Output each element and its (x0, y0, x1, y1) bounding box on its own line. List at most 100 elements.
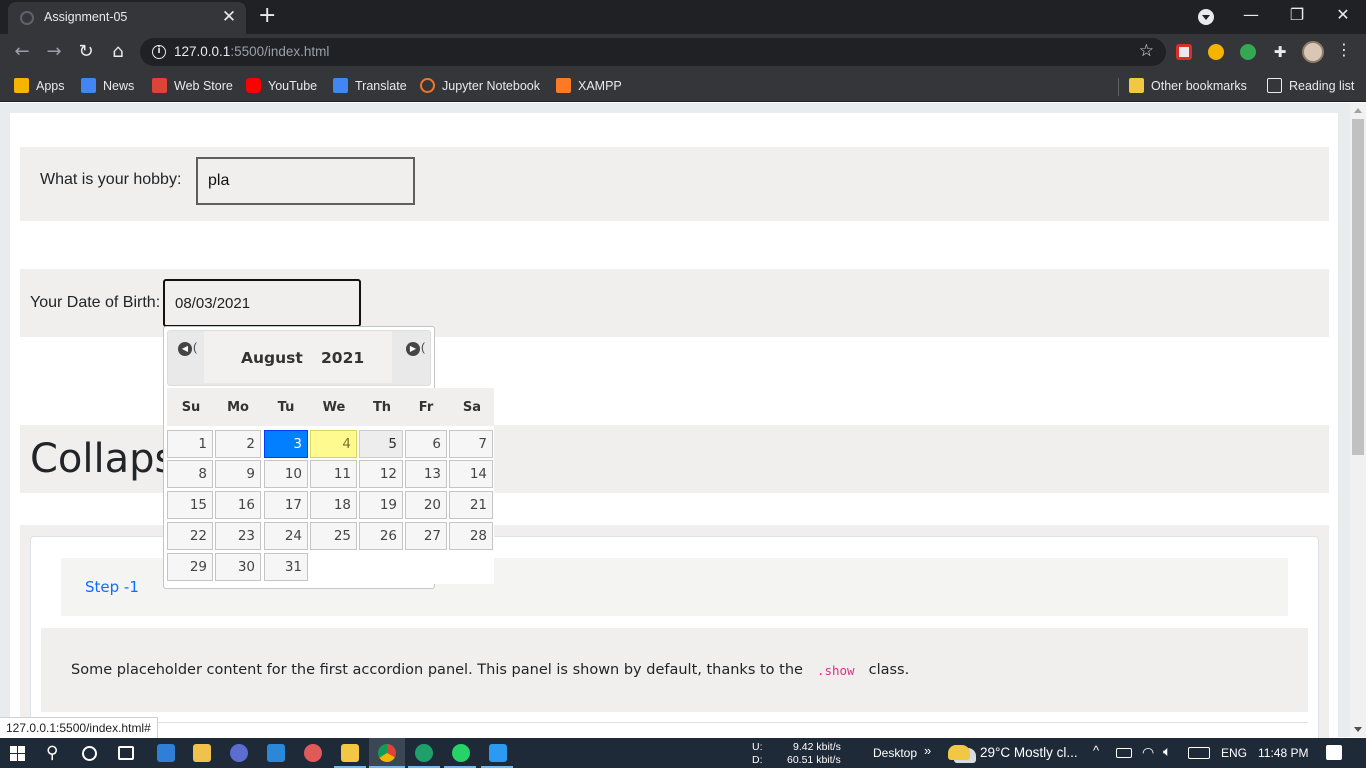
scroll-thumb[interactable] (1352, 119, 1364, 455)
extension-icon-1[interactable] (1176, 44, 1192, 60)
hobby-input[interactable]: pla (196, 157, 415, 205)
extension-icon-2[interactable] (1208, 44, 1224, 60)
calendar-day-today[interactable]: 4 (310, 430, 357, 458)
clock[interactable]: 11:48 PM (1258, 746, 1308, 760)
edge-icon[interactable] (415, 744, 433, 762)
bookmarks-divider (1118, 78, 1119, 96)
calendar-day[interactable]: 25 (310, 522, 357, 550)
weather-text[interactable]: 29°C Mostly cl... (980, 745, 1078, 760)
calendar-day[interactable]: 26 (359, 522, 403, 550)
browser-tab[interactable]: Assignment-05 ✕ (8, 2, 246, 34)
new-tab-button[interactable]: + (258, 3, 276, 29)
whatsapp-icon[interactable] (452, 744, 470, 762)
calendar-day[interactable]: 27 (405, 522, 447, 550)
tray-chevron-icon[interactable]: ^ (1093, 743, 1099, 758)
tab-search-icon[interactable] (1198, 9, 1214, 25)
close-window-button[interactable]: ✕ (1320, 0, 1366, 32)
net-up-speed: 9.42 kbit/s (793, 741, 841, 753)
other-bookmarks[interactable]: Other bookmarks (1129, 76, 1247, 96)
reading-list[interactable]: Reading list (1267, 76, 1354, 96)
battery-icon[interactable] (1116, 748, 1132, 758)
calendar-day[interactable]: 14 (449, 460, 493, 488)
prev-month-icon[interactable]: ◀ (178, 342, 192, 356)
extensions-puzzle-icon[interactable]: ✚ (1268, 40, 1292, 64)
weather-cloud-icon[interactable] (948, 745, 970, 760)
minimize-button[interactable]: — (1228, 0, 1274, 32)
mail-icon[interactable] (267, 744, 285, 762)
extension-icon-3[interactable] (1240, 44, 1256, 60)
bookmark-youtube[interactable]: YouTube (246, 76, 317, 96)
bookmark-web-store[interactable]: Web Store (152, 76, 233, 96)
reload-icon[interactable]: ↻ (74, 40, 98, 64)
calendar-day[interactable]: 2 (215, 430, 261, 458)
calendar-day[interactable]: 20 (405, 491, 447, 519)
folder-icon (1129, 78, 1144, 93)
calendar-day[interactable]: 19 (359, 491, 403, 519)
file-explorer-icon[interactable] (341, 744, 359, 762)
wifi-icon[interactable]: ◠ (1142, 744, 1154, 761)
cortana-icon[interactable] (82, 746, 97, 761)
home-icon[interactable]: ⌂ (106, 40, 130, 64)
calendar-day[interactable]: 21 (449, 491, 493, 519)
app-circle-icon[interactable] (230, 744, 248, 762)
calendar-day[interactable]: 11 (310, 460, 357, 488)
snip-icon[interactable] (304, 744, 322, 762)
calendar-day[interactable]: 29 (167, 553, 213, 581)
site-info-icon[interactable]: i (152, 45, 166, 59)
app-tile-blue-icon[interactable] (157, 744, 175, 762)
language-indicator[interactable]: ENG (1221, 746, 1247, 760)
calendar-day[interactable]: 16 (215, 491, 261, 519)
dob-input[interactable]: 08/03/2021 (163, 279, 361, 327)
calendar-day[interactable]: 9 (215, 460, 261, 488)
store-icon[interactable] (193, 744, 211, 762)
tab-close-icon[interactable]: ✕ (220, 8, 238, 26)
calendar-day[interactable]: 15 (167, 491, 213, 519)
profile-avatar[interactable] (1302, 41, 1324, 63)
calendar-day[interactable]: 24 (264, 522, 308, 550)
forward-icon[interactable]: → (42, 40, 66, 64)
page-scrollbar[interactable] (1350, 103, 1366, 737)
calendar-day[interactable]: 1 (167, 430, 213, 458)
vscode-icon[interactable] (489, 744, 507, 762)
calendar-day[interactable]: 30 (215, 553, 261, 581)
weekday-sa: Sa (462, 400, 482, 415)
bookmark-news[interactable]: News (81, 76, 134, 96)
calendar-day[interactable]: 7 (449, 430, 493, 458)
calendar-day[interactable]: 23 (215, 522, 261, 550)
desktop-toolbar[interactable]: Desktop (873, 746, 917, 760)
notification-center-icon[interactable] (1326, 745, 1342, 760)
restore-button[interactable]: ❐ (1274, 0, 1320, 32)
start-icon[interactable] (10, 746, 25, 761)
calendar-day[interactable]: 13 (405, 460, 447, 488)
xampp-icon (556, 78, 571, 93)
menu-kebab-icon[interactable]: ⋮ (1336, 40, 1352, 59)
bookmark-xampp[interactable]: XAMPP (556, 76, 622, 96)
volume-icon[interactable]: 🔈︎ (1163, 743, 1171, 760)
task-view-icon[interactable] (118, 746, 134, 760)
calendar-day[interactable]: 18 (310, 491, 357, 519)
calendar-day[interactable]: 12 (359, 460, 403, 488)
next-month-icon[interactable]: ▶ (406, 342, 420, 356)
scroll-down-icon[interactable] (1354, 727, 1362, 732)
bookmark-jupyter[interactable]: Jupyter Notebook (420, 76, 540, 96)
scroll-up-icon[interactable] (1354, 108, 1362, 113)
bookmark-translate[interactable]: Translate (333, 76, 407, 96)
calendar-day[interactable]: 28 (449, 522, 493, 550)
calendar-day[interactable]: 22 (167, 522, 213, 550)
calendar-day[interactable]: 17 (264, 491, 308, 519)
search-icon[interactable]: ⚲ (46, 743, 58, 763)
keyboard-icon[interactable] (1188, 747, 1210, 759)
calendar-day-selected[interactable]: 3 (264, 430, 308, 458)
toolbar-chevron-icon[interactable]: » (924, 743, 931, 758)
calendar-day[interactable]: 8 (167, 460, 213, 488)
bookmark-star-icon[interactable]: ☆ (1139, 41, 1154, 61)
calendar-day-hover[interactable]: 5 (359, 430, 403, 458)
bookmark-apps[interactable]: Apps (14, 76, 65, 96)
apps-grid-icon (14, 78, 29, 93)
chrome-icon[interactable] (378, 744, 396, 762)
calendar-day[interactable]: 31 (264, 553, 308, 581)
calendar-day[interactable]: 6 (405, 430, 447, 458)
calendar-day[interactable]: 10 (264, 460, 308, 488)
address-bar[interactable]: i 127.0.0.1:5500/index.html ☆ (140, 38, 1166, 66)
back-icon[interactable]: ← (10, 40, 34, 64)
